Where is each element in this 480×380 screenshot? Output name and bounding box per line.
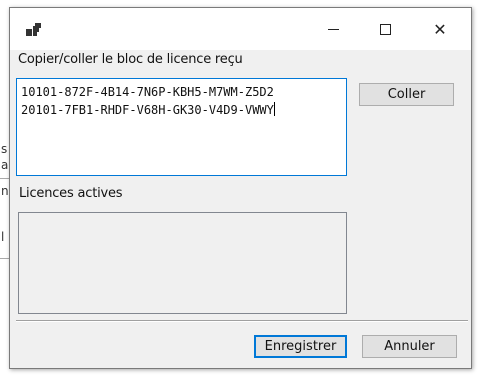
cancel-button[interactable]: Annuler bbox=[362, 335, 457, 358]
maximize-icon bbox=[379, 23, 391, 35]
active-licenses-label: Licences actives bbox=[19, 186, 123, 201]
maximize-button[interactable] bbox=[362, 8, 408, 50]
background-text: s bbox=[1, 142, 8, 156]
close-icon: ✕ bbox=[433, 19, 447, 39]
save-button[interactable]: Enregistrer bbox=[254, 335, 347, 358]
background-text: n bbox=[1, 184, 9, 198]
close-button[interactable]: ✕ bbox=[417, 8, 463, 50]
background-text: l bbox=[1, 230, 5, 244]
app-icon bbox=[26, 23, 42, 37]
license-text-input[interactable]: 10101-872F-4B14-7N6P-KBH5-M7WM-Z5D2 2010… bbox=[16, 78, 347, 176]
license-input-label: Copier/coller le bloc de licence reçu bbox=[18, 52, 243, 67]
license-dialog: ✕ Copier/coller le bloc de licence reçu … bbox=[9, 7, 472, 369]
paste-button[interactable]: Coller bbox=[359, 83, 454, 106]
active-licenses-list[interactable] bbox=[18, 212, 347, 314]
footer-separator bbox=[16, 320, 468, 322]
title-bar[interactable]: ✕ bbox=[10, 8, 471, 50]
license-text-value: 10101-872F-4B14-7N6P-KBH5-M7WM-Z5D2 2010… bbox=[21, 85, 274, 117]
minimize-icon bbox=[327, 28, 339, 30]
minimize-button[interactable] bbox=[310, 8, 356, 50]
text-caret bbox=[273, 102, 275, 116]
background-text: a bbox=[1, 158, 9, 172]
